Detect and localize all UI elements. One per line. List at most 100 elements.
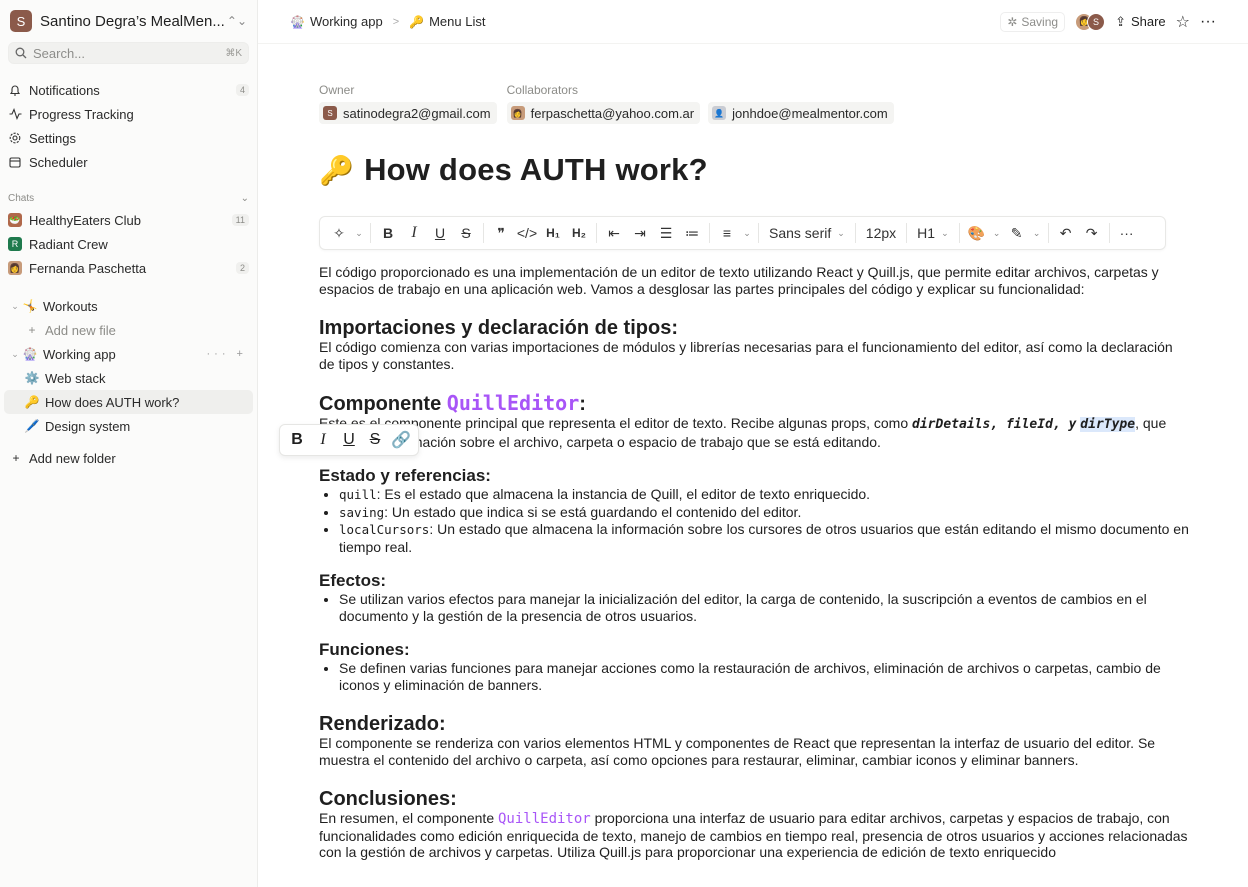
palette-icon[interactable]: 🎨 [964, 220, 990, 246]
crumb-menu-list[interactable]: Menu List [429, 14, 485, 29]
chevron-down-icon[interactable]: ⌄ [8, 301, 22, 312]
document: Owner Ssatinodegra2@gmail.com Collaborat… [319, 44, 1189, 861]
strikethrough-icon[interactable]: S [362, 427, 388, 453]
bold-icon[interactable]: B [284, 427, 310, 453]
ordered-list-icon[interactable]: ☰ [653, 220, 679, 246]
chevron-down-icon[interactable]: ⌄ [1030, 220, 1044, 246]
chats-list: 🥗 HealthyEaters Club 11 R Radiant Crew 👩… [0, 208, 257, 280]
editor-body[interactable]: El código proporcionado es una implement… [319, 264, 1189, 861]
share-button[interactable]: ⇪ Share [1115, 14, 1166, 30]
file-web-stack[interactable]: ⚙️ Web stack [0, 366, 257, 390]
undo-icon[interactable]: ↶ [1053, 220, 1079, 246]
folder-actions[interactable]: ··· + [207, 348, 247, 360]
page-title[interactable]: 🔑 How does AUTH work? [319, 152, 1189, 188]
chevron-down-icon[interactable]: ⌄ [352, 220, 366, 246]
more-icon[interactable]: ··· [1114, 220, 1140, 246]
ai-sparkle-icon[interactable]: ✧ [326, 220, 352, 246]
nav-label: Notifications [29, 82, 100, 98]
chat-item-healthyeaters-club[interactable]: 🥗 HealthyEaters Club 11 [0, 208, 257, 232]
underline-icon[interactable]: U [427, 220, 453, 246]
font-value: Sans serif [769, 225, 832, 241]
breadcrumb: 🎡 Working app > 🔑 Menu List [290, 14, 485, 29]
add-new-folder-button[interactable]: + Add new folder [0, 446, 257, 470]
main-nav: Notifications 4 Progress Tracking Settin… [0, 78, 257, 174]
collaborator-chip[interactable]: 👤 jonhdoe@mealmentor.com [708, 102, 894, 124]
avatar: S [1087, 12, 1106, 31]
inline-code: saving [339, 504, 385, 520]
chat-avatar: 👩 [8, 261, 22, 275]
heading1-icon[interactable]: H₁ [540, 220, 566, 246]
add-new-file-button[interactable]: + Add new file [0, 318, 257, 342]
saving-status: ✲ Saving [1000, 11, 1066, 32]
heading: Importaciones y declaración de tipos: [319, 317, 678, 339]
indent-icon[interactable]: ⇥ [627, 220, 653, 246]
chat-label: Fernanda Paschetta [29, 260, 147, 276]
folder-emoji: 🎡 [22, 347, 38, 361]
chat-item-radiant-crew[interactable]: R Radiant Crew [0, 232, 257, 256]
inline-code: QuillEditor [446, 391, 580, 415]
divider [758, 223, 759, 243]
code-icon[interactable]: </> [514, 220, 540, 246]
outdent-icon[interactable]: ⇤ [601, 220, 627, 246]
font-family-select[interactable]: Sans serif ⌄ [763, 225, 851, 241]
nav-item-progress-tracking[interactable]: Progress Tracking [0, 102, 257, 126]
divider [370, 223, 371, 243]
heading2-icon[interactable]: H₂ [566, 220, 592, 246]
collaborator-avatars[interactable]: 👩 S [1075, 12, 1106, 31]
search-input[interactable]: Search... ⌘K [8, 42, 249, 64]
collaborator-email: ferpaschetta@yahoo.com.ar [530, 105, 695, 121]
redo-icon[interactable]: ↷ [1079, 220, 1105, 246]
document-meta: Owner Ssatinodegra2@gmail.com Collaborat… [319, 83, 1189, 124]
search-shortcut: ⌘K [225, 47, 242, 59]
italic-icon[interactable]: I [310, 427, 336, 453]
align-left-icon[interactable]: ≡ [714, 220, 740, 246]
chevron-down-icon: ⌄ [941, 227, 949, 238]
collaborators-section: Collaborators 👩 ferpaschetta@yahoo.com.ar… [506, 83, 894, 124]
chat-unread-count: 11 [231, 214, 249, 226]
activity-icon [8, 107, 22, 121]
underline-icon[interactable]: U [336, 427, 362, 453]
link-icon[interactable]: 🔗 [388, 427, 414, 453]
notifications-count: 4 [235, 84, 249, 96]
bullet-list-icon[interactable]: ≔ [679, 220, 705, 246]
bell-icon [8, 83, 22, 97]
italic-icon[interactable]: I [401, 220, 427, 246]
workspace-switcher[interactable]: S Santino Degra’s MealMen... ⌃⌄ [0, 0, 257, 42]
file-how-does-auth-work[interactable]: 🔑 How does AUTH work? [4, 390, 253, 414]
nav-item-settings[interactable]: Settings [0, 126, 257, 150]
heading: Estado y referencias: [319, 466, 491, 485]
font-size-select[interactable]: 12px [860, 225, 902, 241]
chevron-down-icon[interactable]: ⌄ [8, 349, 22, 360]
quote-icon[interactable]: ❞ [488, 220, 514, 246]
nav-item-scheduler[interactable]: Scheduler [0, 150, 257, 174]
chats-section-header[interactable]: Chats ⌄ [0, 188, 257, 208]
chat-item-fernanda-paschetta[interactable]: 👩 Fernanda Paschetta 2 [0, 256, 257, 280]
folder-working-app[interactable]: ⌄ 🎡 Working app ··· + [0, 342, 257, 366]
folder-workouts[interactable]: ⌄ 🤸 Workouts [0, 294, 257, 318]
title-emoji[interactable]: 🔑 [319, 154, 354, 187]
heading-value: H1 [917, 225, 936, 241]
avatar: S [323, 106, 337, 120]
highlighter-icon[interactable]: ✎ [1004, 220, 1030, 246]
crumb-working-app[interactable]: Working app [310, 14, 383, 29]
workspace-name: Santino Degra’s MealMen... [40, 12, 225, 30]
divider [596, 223, 597, 243]
collaborator-chip[interactable]: 👩 ferpaschetta@yahoo.com.ar [506, 102, 701, 124]
more-icon[interactable]: ··· [1200, 13, 1216, 31]
search-icon [15, 47, 27, 59]
collaborators-label: Collaborators [506, 83, 578, 97]
text: En resumen, el componente [319, 810, 498, 826]
star-icon[interactable]: ☆ [1176, 12, 1190, 32]
strikethrough-icon[interactable]: S [453, 220, 479, 246]
file-design-system[interactable]: 🖊️ Design system [0, 414, 257, 438]
add-folder-label: Add new folder [29, 450, 116, 466]
workspace-avatar: S [10, 10, 32, 32]
paragraph: El código comienza con varias importacio… [319, 339, 1173, 372]
nav-item-notifications[interactable]: Notifications 4 [0, 78, 257, 102]
heading-select[interactable]: H1 ⌄ [911, 225, 954, 241]
paragraph: El componente se renderiza con varios el… [319, 735, 1156, 768]
chevron-down-icon[interactable]: ⌄ [740, 220, 754, 246]
owner-chip[interactable]: Ssatinodegra2@gmail.com [319, 102, 497, 124]
bold-icon[interactable]: B [375, 220, 401, 246]
chevron-down-icon[interactable]: ⌄ [990, 220, 1004, 246]
